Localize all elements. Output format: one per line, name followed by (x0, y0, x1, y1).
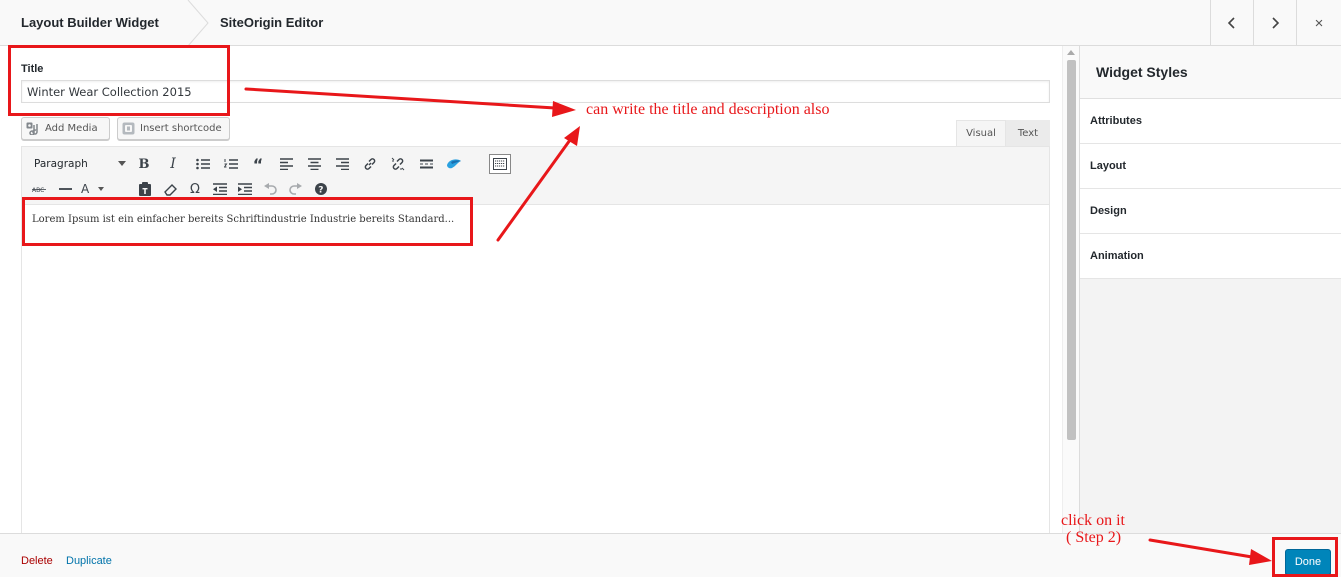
add-media-label: Add Media (45, 123, 98, 134)
sidebar-item-design[interactable]: Design (1080, 189, 1341, 234)
bold-icon: B (138, 156, 150, 172)
undo-icon (263, 183, 277, 195)
widget-form: Title Add Media Insert shortcode Visual … (0, 46, 1062, 533)
italic-icon: I (170, 156, 176, 172)
previous-widget-button[interactable] (1210, 0, 1253, 46)
sidebar-item-animation[interactable]: Animation (1080, 234, 1341, 279)
align-right-button[interactable] (331, 153, 353, 175)
link-icon (364, 158, 376, 170)
scroll-up-icon (1067, 50, 1075, 55)
align-center-icon (307, 158, 321, 170)
blockquote-button[interactable]: “ (247, 153, 269, 175)
widget-styles-sidebar: Widget Styles Attributes Layout Design A… (1079, 46, 1341, 533)
bold-button[interactable]: B (133, 153, 155, 175)
delete-link[interactable]: Delete (21, 534, 53, 577)
link-button[interactable] (359, 153, 381, 175)
shortcode-icon (122, 122, 135, 135)
content-highlight-box (22, 197, 473, 246)
close-dialog-button[interactable]: × (1296, 0, 1341, 46)
caret-down-icon (118, 161, 126, 166)
caret-down-icon (98, 187, 104, 191)
media-icon (26, 122, 38, 135)
add-media-button[interactable]: Add Media (21, 117, 110, 140)
unlink-icon (391, 157, 405, 171)
insert-shortcode-label: Insert shortcode (140, 123, 222, 134)
siteorigin-logo-icon (447, 159, 461, 169)
read-more-icon (419, 159, 433, 169)
done-highlight-box (1272, 537, 1338, 577)
strikethrough-icon: ABC (32, 187, 46, 193)
sidebar-item-attributes[interactable]: Attributes (1080, 99, 1341, 144)
align-center-button[interactable] (303, 153, 325, 175)
italic-button[interactable]: I (162, 153, 184, 175)
annotation-note-click: click on it (1061, 512, 1125, 529)
breadcrumb-separator-icon (187, 0, 209, 46)
outdent-icon (213, 183, 227, 195)
breadcrumb-layout-builder-widget[interactable]: Layout Builder Widget (21, 0, 159, 46)
widget-styles-title: Widget Styles (1080, 46, 1341, 99)
form-scrollbar[interactable] (1062, 46, 1079, 533)
align-right-icon (335, 158, 349, 170)
next-widget-button[interactable] (1253, 0, 1296, 46)
svg-text:A: A (81, 183, 90, 195)
clipboard-icon (139, 182, 151, 196)
dialog-header: Layout Builder Widget SiteOrigin Editor … (0, 0, 1341, 46)
bulleted-list-icon (196, 158, 210, 170)
format-select[interactable]: Paragraph (34, 155, 126, 173)
chevron-right-icon (1272, 17, 1280, 29)
horizontal-line-icon (58, 188, 72, 190)
indent-icon (238, 183, 252, 195)
dialog-footer: Delete Duplicate Done (0, 533, 1341, 577)
numbered-list-button[interactable] (220, 153, 242, 175)
scrollbar-thumb[interactable] (1067, 60, 1076, 440)
text-color-icon: A (81, 183, 90, 195)
chevron-left-icon (1227, 17, 1235, 29)
tab-visual[interactable]: Visual (956, 120, 1006, 146)
format-select-value: Paragraph (34, 158, 88, 170)
omega-icon: Ω (190, 181, 200, 197)
bulleted-list-button[interactable] (192, 153, 214, 175)
numbered-list-icon (224, 159, 238, 169)
svg-text:ABC: ABC (32, 187, 44, 193)
eraser-icon (163, 183, 177, 196)
siteorigin-button[interactable] (443, 153, 465, 175)
read-more-button[interactable] (415, 153, 437, 175)
breadcrumb-siteorigin-editor: SiteOrigin Editor (220, 15, 324, 30)
title-highlight-box (8, 45, 230, 116)
annotation-note-title: can write the title and description also (586, 101, 830, 118)
insert-shortcode-button[interactable]: Insert shortcode (117, 117, 230, 140)
sidebar-item-layout[interactable]: Layout (1080, 144, 1341, 189)
tab-text[interactable]: Text (1006, 120, 1050, 146)
toolbar-toggle-button[interactable] (489, 154, 511, 174)
align-left-icon (279, 158, 293, 170)
annotation-note-step: ( Step 2) (1066, 529, 1122, 546)
duplicate-link[interactable]: Duplicate (66, 534, 112, 577)
blockquote-icon: “ (252, 154, 264, 174)
unlink-button[interactable] (387, 153, 409, 175)
keyboard-icon (493, 158, 507, 170)
close-icon: × (1314, 14, 1324, 32)
align-left-button[interactable] (275, 153, 297, 175)
redo-icon (288, 183, 302, 195)
svg-text:?: ? (318, 185, 323, 195)
help-icon: ? (315, 183, 327, 195)
